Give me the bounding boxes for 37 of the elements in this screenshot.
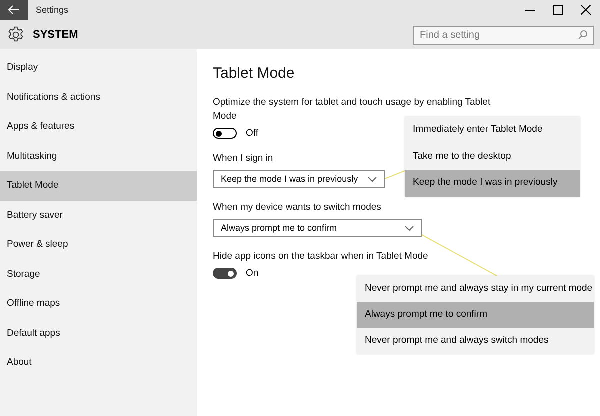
dropdown-option[interactable]: Keep the mode I was in previously (405, 170, 580, 198)
setting-label: Hide app icons on the taskbar when in Tablet Mode (213, 250, 428, 264)
back-button[interactable] (0, 0, 28, 20)
search-icon (578, 30, 588, 40)
sidebar-item[interactable]: Multitasking (0, 142, 197, 171)
back-arrow-icon (8, 5, 20, 15)
sidebar-item[interactable]: Default apps (0, 318, 197, 348)
toggle-switch[interactable] (213, 268, 237, 279)
search-field[interactable]: Find a setting (413, 26, 594, 45)
dropdown-option[interactable]: Always prompt me to confirm (357, 302, 594, 328)
dropdown-option[interactable]: Never prompt me and always switch modes (357, 328, 594, 354)
close-icon (581, 5, 591, 15)
sidebar-item[interactable]: About (0, 348, 197, 378)
dropdown[interactable]: Always prompt me to confirm (213, 219, 422, 237)
setting-label: When I sign in (213, 152, 274, 166)
toggle-state: On (246, 268, 259, 279)
toggle-state: Off (246, 128, 258, 139)
sidebar-item[interactable]: Power & sleep (0, 230, 197, 260)
dropdown-option[interactable]: Never prompt me and always stay in my current mode (357, 276, 594, 302)
window-title: Settings (36, 5, 70, 15)
chevron-down-icon (368, 176, 377, 182)
page-title: Tablet Mode (213, 65, 296, 82)
sidebar-item[interactable]: Storage (0, 260, 197, 289)
toggle-switch[interactable] (213, 128, 237, 139)
sidebar-item[interactable]: Notifications & actions (0, 82, 197, 112)
dropdown-option[interactable]: Take me to the desktop (405, 144, 580, 170)
sidebar-item[interactable]: Apps & features (0, 112, 197, 142)
setting-label: When my device wants to switch modes (213, 201, 382, 215)
sidebar-item[interactable]: Battery saver (0, 200, 197, 230)
maximize-icon (553, 5, 563, 15)
chevron-down-icon (405, 226, 414, 230)
sidebar-item[interactable]: Offline maps (0, 289, 197, 318)
dropdown[interactable]: Keep the mode I was in previously (213, 170, 385, 188)
sidebar-item[interactable]: Tablet Mode (0, 171, 197, 200)
section-title: SYSTEM (33, 28, 80, 40)
sidebar-item[interactable]: Display (0, 53, 197, 82)
gear-icon (7, 26, 25, 44)
